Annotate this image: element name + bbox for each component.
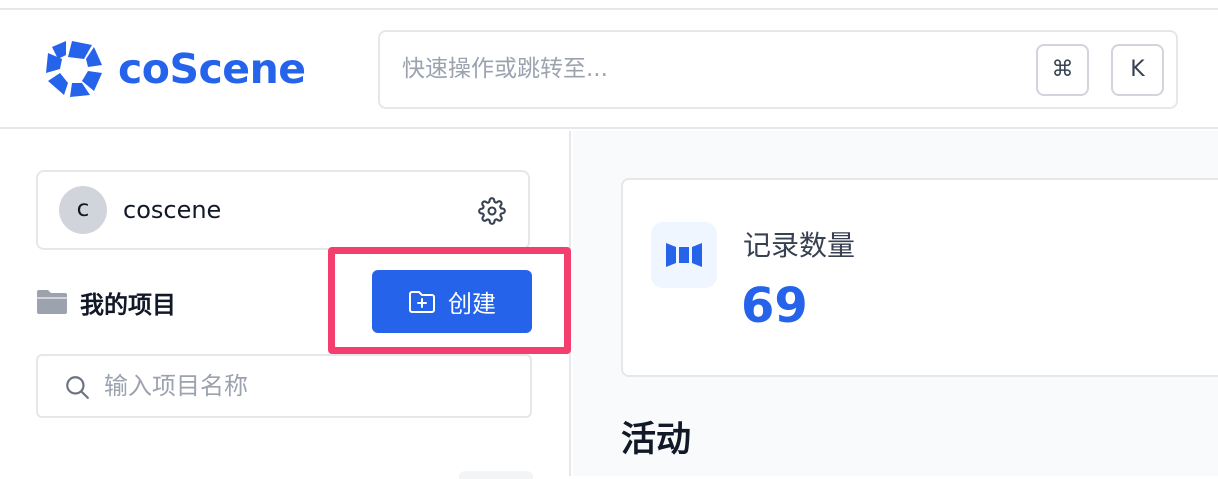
project-search-placeholder: 输入项目名称 — [104, 372, 248, 400]
shortcut-k-key: K — [1111, 44, 1164, 96]
brand-name: coScene — [118, 45, 306, 93]
command-search-input[interactable]: 快速操作或跳转至... ⌘ K — [378, 30, 1178, 109]
org-name: coscene — [123, 196, 222, 224]
record-count-value: 69 — [741, 278, 808, 334]
record-icon-badge — [651, 222, 717, 288]
shortcut-cmd-key: ⌘ — [1036, 44, 1089, 96]
avatar: c — [59, 186, 107, 234]
activity-heading: 活动 — [621, 420, 692, 460]
main-content: 记录数量 69 活动 — [573, 131, 1218, 476]
record-icon — [666, 243, 702, 267]
gear-icon[interactable] — [478, 197, 506, 225]
sidebar: c coscene 我的项目 创建 输入项目名称 — [0, 131, 571, 479]
search-icon — [66, 376, 89, 399]
list-item-stub — [459, 471, 533, 479]
brand-logo[interactable]: coScene — [42, 37, 306, 101]
my-projects-heading: 我的项目 — [36, 286, 176, 319]
org-switcher[interactable]: c coscene — [36, 170, 530, 250]
folder-icon — [37, 290, 67, 314]
folder-plus-icon — [409, 290, 435, 313]
command-search-placeholder: 快速操作或跳转至... — [402, 56, 608, 82]
record-count-label: 记录数量 — [743, 229, 856, 262]
my-projects-label: 我的项目 — [80, 290, 176, 319]
create-project-button[interactable]: 创建 — [372, 270, 532, 333]
top-header: coScene 快速操作或跳转至... ⌘ K — [0, 10, 1218, 129]
record-count-card[interactable]: 记录数量 69 — [621, 178, 1218, 377]
project-search-input[interactable]: 输入项目名称 — [36, 354, 532, 418]
coscene-logo-icon — [46, 41, 102, 97]
create-button-label: 创建 — [448, 291, 496, 318]
